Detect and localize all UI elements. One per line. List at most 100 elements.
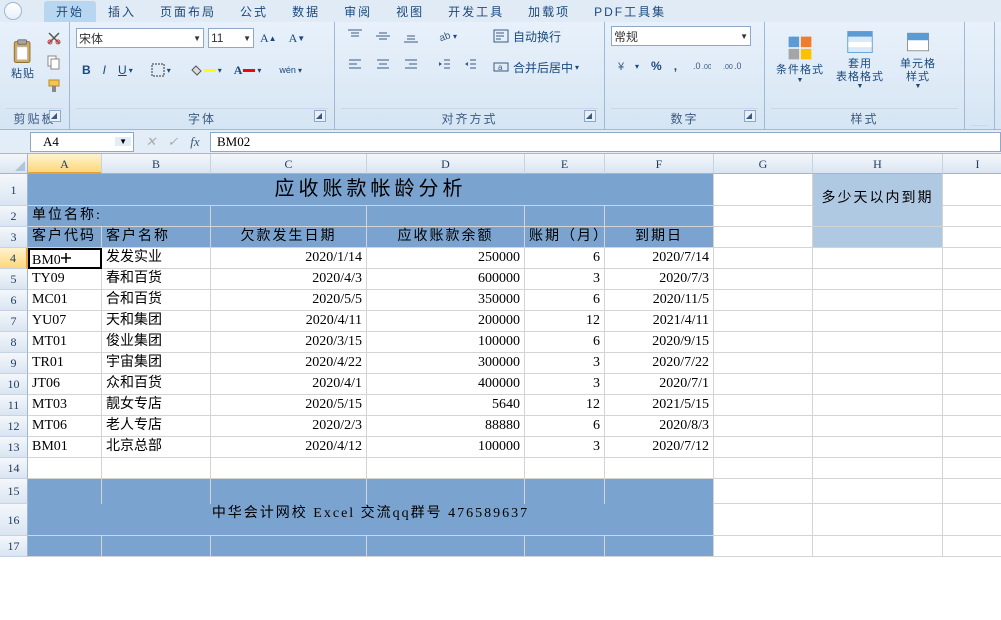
cell-name-7[interactable]: 靓女专店: [102, 395, 211, 416]
cell-due-8[interactable]: 2020/8/3: [605, 416, 714, 437]
cell[interactable]: [714, 206, 813, 227]
cell-amount-2[interactable]: 350000: [367, 290, 525, 311]
cell[interactable]: [813, 479, 943, 504]
alignment-dialog-launcher[interactable]: ◢: [584, 110, 596, 122]
cell-date-6[interactable]: 2020/4/1: [211, 374, 367, 395]
cell[interactable]: [714, 290, 813, 311]
side-header-cell[interactable]: 多少天以内到期: [813, 174, 943, 227]
row-header-1[interactable]: 1: [0, 174, 28, 206]
cell[interactable]: [943, 374, 1001, 395]
row-header-2[interactable]: 2: [0, 206, 28, 227]
cell[interactable]: [813, 269, 943, 290]
orientation-button[interactable]: ab▾: [432, 25, 462, 47]
cell[interactable]: [813, 332, 943, 353]
cell[interactable]: [367, 206, 525, 227]
row-header-10[interactable]: 10: [0, 374, 28, 395]
cell[interactable]: [714, 536, 813, 557]
cell-term-1[interactable]: 3: [525, 269, 605, 290]
footer-cell[interactable]: 中华会计网校 Excel 交流qq群号 476589637: [28, 504, 714, 536]
row-header-6[interactable]: 6: [0, 290, 28, 311]
title-cell[interactable]: 应收账款帐龄分析: [28, 174, 714, 206]
cell[interactable]: [28, 458, 102, 479]
accounting-format-button[interactable]: ¥▾: [612, 55, 644, 77]
cell[interactable]: [813, 374, 943, 395]
cell-due-2[interactable]: 2020/11/5: [605, 290, 714, 311]
align-bottom-button[interactable]: [398, 25, 424, 47]
cell-term-6[interactable]: 3: [525, 374, 605, 395]
cell-code-6[interactable]: JT06: [28, 374, 102, 395]
cell-amount-1[interactable]: 600000: [367, 269, 525, 290]
cell-name-9[interactable]: 北京总部: [102, 437, 211, 458]
grow-font-button[interactable]: A▲: [255, 27, 282, 49]
cell-code-4[interactable]: MT01: [28, 332, 102, 353]
header-4[interactable]: 账期（月）: [525, 227, 605, 248]
cell-name-3[interactable]: 天和集团: [102, 311, 211, 332]
cell[interactable]: [525, 458, 605, 479]
cell-name-5[interactable]: 宇宙集团: [102, 353, 211, 374]
tab-layout[interactable]: 页面布局: [148, 1, 228, 22]
format-painter-button[interactable]: [41, 75, 67, 97]
cell-name-1[interactable]: 春和百货: [102, 269, 211, 290]
column-header-C[interactable]: C: [211, 154, 367, 174]
cut-button[interactable]: [41, 27, 67, 49]
tab-formulas[interactable]: 公式: [228, 1, 280, 22]
cell-term-5[interactable]: 3: [525, 353, 605, 374]
cell[interactable]: [943, 416, 1001, 437]
row-header-16[interactable]: 16: [0, 504, 28, 536]
merge-center-button[interactable]: a合并后居中▾: [488, 56, 608, 78]
cell[interactable]: [714, 479, 813, 504]
underline-button[interactable]: U▾: [113, 59, 138, 81]
select-all-corner[interactable]: [0, 154, 28, 174]
cell-due-5[interactable]: 2020/7/22: [605, 353, 714, 374]
row-header-14[interactable]: 14: [0, 458, 28, 479]
cell-code-2[interactable]: MC01: [28, 290, 102, 311]
cell[interactable]: [943, 353, 1001, 374]
office-button[interactable]: [4, 2, 36, 20]
align-left-button[interactable]: [342, 53, 368, 75]
cell-amount-5[interactable]: 300000: [367, 353, 525, 374]
cell-amount-7[interactable]: 5640: [367, 395, 525, 416]
font-color-button[interactable]: A▾: [229, 59, 267, 81]
cell[interactable]: [943, 458, 1001, 479]
cell-date-3[interactable]: 2020/4/11: [211, 311, 367, 332]
spreadsheet-grid[interactable]: ABCDEFGHI 1234567891011121314151617 应收账款…: [0, 154, 1001, 620]
shrink-font-button[interactable]: A▼: [284, 27, 311, 49]
cell[interactable]: [605, 458, 714, 479]
row-header-4[interactable]: 4: [0, 248, 28, 269]
cell[interactable]: [714, 332, 813, 353]
cell[interactable]: [813, 504, 943, 536]
cell-code-3[interactable]: YU07: [28, 311, 102, 332]
cell[interactable]: [943, 206, 1001, 227]
column-header-I[interactable]: I: [943, 154, 1001, 174]
cell[interactable]: [813, 248, 943, 269]
align-middle-button[interactable]: [370, 25, 396, 47]
header-5[interactable]: 到期日: [605, 227, 714, 248]
comma-button[interactable]: ,: [669, 55, 682, 77]
cell-term-4[interactable]: 6: [525, 332, 605, 353]
unit-label-cell[interactable]: 单位名称:: [28, 206, 211, 227]
increase-decimal-button[interactable]: .0.00: [688, 55, 716, 77]
cell-due-4[interactable]: 2020/9/15: [605, 332, 714, 353]
row-header-3[interactable]: 3: [0, 227, 28, 248]
cell-date-5[interactable]: 2020/4/22: [211, 353, 367, 374]
cell-date-9[interactable]: 2020/4/12: [211, 437, 367, 458]
cell[interactable]: [943, 290, 1001, 311]
cell[interactable]: [714, 248, 813, 269]
tab-insert[interactable]: 插入: [96, 1, 148, 22]
increase-indent-button[interactable]: [458, 53, 482, 75]
font-size-combo[interactable]: 11▼: [208, 28, 254, 48]
conditional-formatting-button[interactable]: 条件格式▼: [773, 26, 827, 92]
decrease-decimal-button[interactable]: .00.0: [718, 55, 746, 77]
cell[interactable]: [813, 227, 943, 248]
row-header-7[interactable]: 7: [0, 311, 28, 332]
cell-term-8[interactable]: 6: [525, 416, 605, 437]
column-header-B[interactable]: B: [102, 154, 211, 174]
cell[interactable]: [943, 332, 1001, 353]
column-header-E[interactable]: E: [525, 154, 605, 174]
cell[interactable]: [525, 479, 605, 504]
cell[interactable]: [367, 458, 525, 479]
cell-amount-0[interactable]: 250000: [367, 248, 525, 269]
tab-dev[interactable]: 开发工具: [436, 1, 516, 22]
cancel-entry-button[interactable]: ✕: [140, 132, 162, 152]
cell[interactable]: [102, 536, 211, 557]
